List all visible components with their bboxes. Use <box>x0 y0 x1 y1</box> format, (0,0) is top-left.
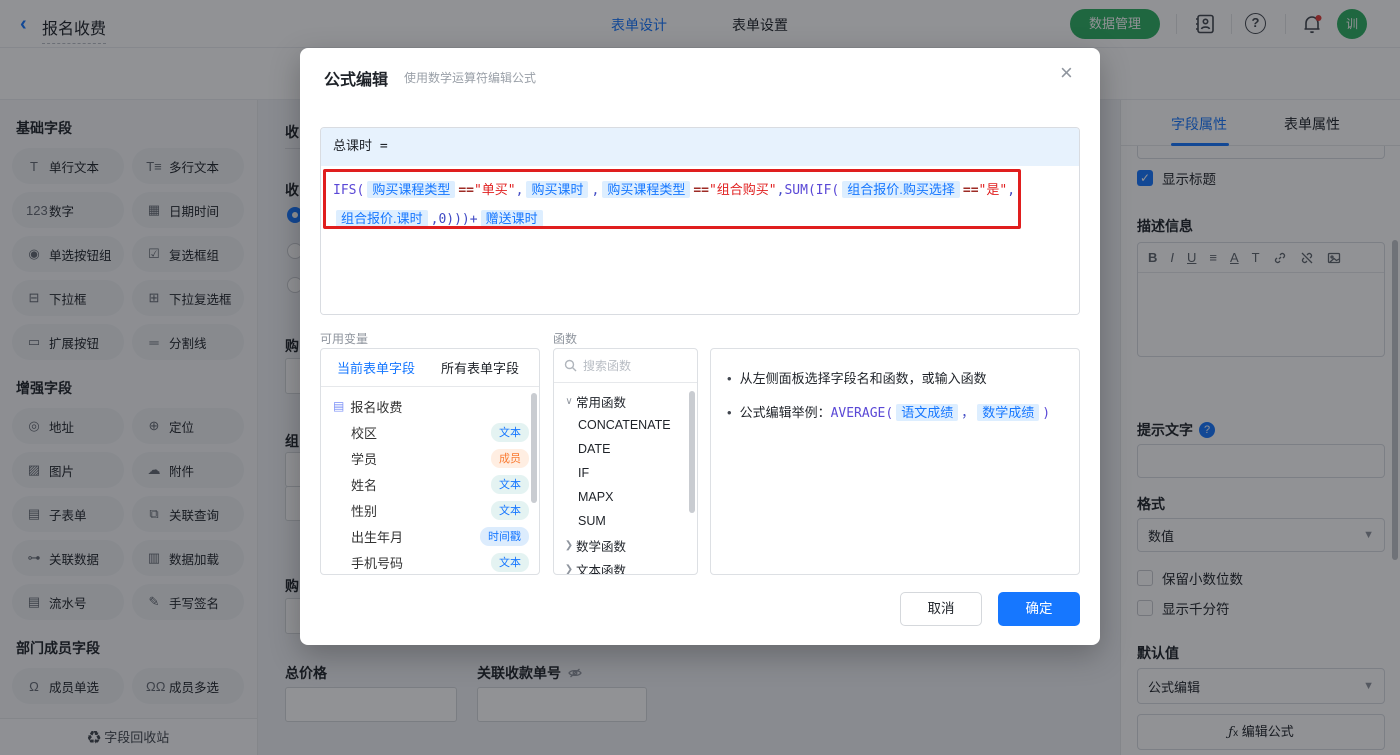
variable-field-row[interactable]: 学员 成员 <box>321 445 539 471</box>
variable-field-name: 性别 <box>351 503 378 519</box>
formula-token: IFS( <box>333 183 365 198</box>
function-item[interactable]: IF <box>554 461 697 485</box>
formula-token: SUM(IF( <box>784 183 840 198</box>
formula-token: == <box>458 183 474 198</box>
function-item[interactable]: SUM <box>554 509 697 533</box>
field-type-badge: 时间戳 <box>480 526 529 546</box>
variables-root-node[interactable]: ▤ 报名收费 <box>321 393 539 419</box>
cancel-button[interactable]: 取消 <box>900 592 982 626</box>
formula-edit-modal: 公式编辑 使用数学运算符编辑公式 × 总课时 = IFS(购买课程类型 =="单买… <box>300 48 1100 645</box>
close-icon[interactable]: × <box>1060 62 1073 84</box>
function-group-row[interactable]: ❯ 数学函数 <box>554 533 697 557</box>
variable-field-name: 校区 <box>351 425 378 441</box>
chevron-collapsed-icon: ❯ <box>564 539 574 551</box>
field-type-badge: 文本 <box>491 422 529 442</box>
variables-tabs: 当前表单字段 所有表单字段 <box>321 349 539 387</box>
field-token[interactable]: 数学成绩 <box>977 404 1040 421</box>
formula-expression[interactable]: IFS(购买课程类型 =="单买", 购买课时, 购买课程类型 =="组合购买",SUM… <box>333 176 1033 234</box>
variable-field-row[interactable]: 校区 文本 <box>321 419 539 445</box>
function-item[interactable]: DATE <box>554 437 697 461</box>
field-token[interactable]: 组合报价.购买选择 <box>842 181 960 198</box>
variable-field-name: 姓名 <box>351 477 378 493</box>
variables-scrollbar[interactable] <box>531 393 537 503</box>
functions-scrollbar[interactable] <box>689 391 695 513</box>
formula-editor: 总课时 = IFS(购买课程类型 =="单买", 购买课时, 购买课程类型 =="组合购… <box>320 127 1080 315</box>
function-item[interactable]: MAPX <box>554 485 697 509</box>
function-search-input[interactable] <box>583 358 678 373</box>
modal-title: 公式编辑 <box>324 72 389 89</box>
function-group-row[interactable]: ❯ 文本函数 <box>554 557 697 575</box>
field-type-badge: 文本 <box>491 552 529 572</box>
field-token[interactable]: 购买课时 <box>526 181 589 198</box>
app-window: ‹ 报名收费 表单设计 表单设置 数据管理 ? 训 基础字段 T 单行文本 T≡… <box>0 0 1400 755</box>
chevron-expanded-icon: ∨ <box>565 395 573 407</box>
variable-field-row[interactable]: 姓名 文本 <box>321 471 539 497</box>
functions-label: 函数 <box>553 332 578 346</box>
variable-field-row[interactable]: 性别 文本 <box>321 497 539 523</box>
tip-item: • 从左侧面板选择字段名和函数，或输入函数 <box>727 367 1063 391</box>
formula-token: AVERAGE( <box>830 406 894 421</box>
formula-token: , <box>1007 183 1016 198</box>
modal-subtitle: 使用数学运算符编辑公式 <box>404 71 537 85</box>
variable-field-name: 手机号码 <box>351 555 404 571</box>
variable-field-name: 学员 <box>351 451 378 467</box>
formula-token: , <box>515 183 524 198</box>
field-token[interactable]: 购买课程类型 <box>602 181 691 198</box>
field-token[interactable]: 语文成绩 <box>896 404 959 421</box>
tab-current-form-fields[interactable]: 当前表单字段 <box>337 358 415 377</box>
tab-all-form-fields[interactable]: 所有表单字段 <box>441 358 519 377</box>
function-search[interactable] <box>554 349 697 383</box>
tips-panel: • 从左侧面板选择字段名和函数，或输入函数 • 公式编辑举例：AVERAGE(语… <box>710 348 1080 575</box>
function-group-row[interactable]: ∨ 常用函数 <box>554 389 697 413</box>
search-icon <box>564 359 577 372</box>
variable-field-row[interactable]: 出生年月 时间戳 <box>321 523 539 549</box>
variable-field-row[interactable]: 手机号码 文本 <box>321 549 539 574</box>
variables-panel: 当前表单字段 所有表单字段 ▤ 报名收费 校区 文本 学员 成员 姓名 文本 性别 文本 出生年月时… <box>320 348 540 575</box>
confirm-button[interactable]: 确定 <box>998 592 1080 626</box>
formula-token: "单买" <box>473 183 516 198</box>
formula-target-field: 总课时 = <box>321 128 1079 166</box>
formula-token: ) <box>1042 406 1051 421</box>
function-item[interactable]: CONCATENATE <box>554 413 697 437</box>
tip-item: • 公式编辑举例：AVERAGE(语文成绩，数学成绩) <box>727 401 1063 426</box>
formula-token: ， <box>961 406 975 421</box>
bullet-icon: • <box>727 371 732 386</box>
field-token[interactable]: 购买课程类型 <box>367 181 456 198</box>
field-type-badge: 文本 <box>491 500 529 520</box>
variables-label: 可用变量 <box>320 332 369 346</box>
formula-token: == <box>693 183 709 198</box>
variable-field-name: 出生年月 <box>351 529 404 545</box>
field-type-badge: 成员 <box>491 448 529 468</box>
form-doc-icon: ▤ <box>333 399 345 413</box>
bullet-icon: • <box>727 405 732 420</box>
chevron-collapsed-icon: ❯ <box>564 563 574 575</box>
field-token[interactable]: 赠送课时 <box>480 210 543 227</box>
formula-input-area[interactable]: IFS(购买课程类型 =="单买", 购买课时, 购买课程类型 =="组合购买",SUM… <box>321 166 1079 314</box>
formula-token: ,0)))+ <box>430 212 478 227</box>
formula-token: "组合购买" <box>708 183 777 198</box>
formula-token: "是" <box>978 183 1008 198</box>
functions-panel: ∨常用函数CONCATENATEDATEIFMAPXSUM❯数学函数❯文本函数 <box>553 348 698 575</box>
formula-token: == <box>962 183 979 198</box>
field-token[interactable]: 组合报价.课时 <box>336 210 428 227</box>
formula-token: , <box>591 183 600 198</box>
field-type-badge: 文本 <box>491 474 529 494</box>
